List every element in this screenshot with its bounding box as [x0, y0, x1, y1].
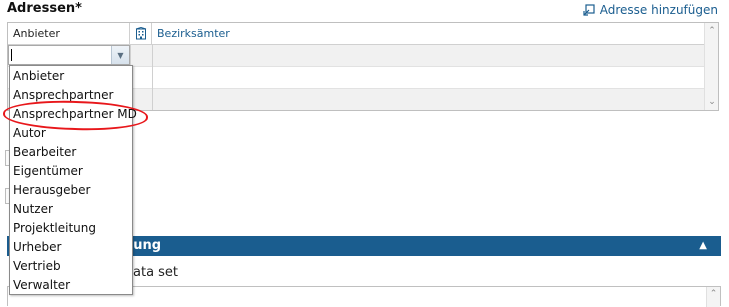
dropdown-option[interactable]: Herausgeber [10, 181, 132, 200]
dropdown-option[interactable]: Urheber [10, 238, 132, 257]
add-address-icon [583, 4, 595, 16]
panel-subtitle: ata set [133, 265, 179, 280]
dropdown-option[interactable]: Verwalter [10, 276, 132, 295]
dropdown-option[interactable]: Bearbeiter [10, 143, 132, 162]
collapse-icon[interactable]: ▲ [699, 236, 707, 256]
grid-scrollbar[interactable]: ⌃ ⌄ [704, 23, 718, 110]
dropdown-option[interactable]: Ansprechpartner [10, 86, 132, 105]
add-address-label: Adresse hinzufügen [599, 3, 718, 17]
dropdown-option[interactable]: Eigentümer [10, 162, 132, 181]
section-title: Adressen* [7, 1, 82, 16]
dropdown-option[interactable]: Vertrieb [10, 257, 132, 276]
chevron-down-icon[interactable]: ▼ [111, 46, 129, 64]
scroll-up-icon[interactable]: ⌃ [706, 287, 720, 307]
dropdown-option[interactable]: Ansprechpartner MD [10, 105, 137, 124]
role-dropdown-list: Anbieter Ansprechpartner Ansprechpartner M… [9, 65, 137, 295]
scroll-down-icon[interactable]: ⌄ [705, 95, 718, 109]
scroll-up-icon[interactable]: ⌃ [705, 24, 718, 38]
anbieter-role-combobox[interactable]: ▼ [8, 45, 130, 65]
dropdown-option[interactable]: Projektleitung [10, 219, 132, 238]
building-icon [130, 23, 152, 44]
add-address-link[interactable]: Adresse hinzufügen [583, 3, 718, 17]
column-header-anbieter[interactable]: Anbieter [8, 23, 130, 44]
column-divider [152, 45, 153, 110]
column-header-bezirksaemter[interactable]: Bezirksämter [153, 23, 230, 44]
dropdown-option[interactable]: Nutzer [10, 200, 132, 219]
grid-header: Anbieter Bezirksämter [8, 23, 718, 45]
text-cursor [11, 49, 12, 61]
dropdown-option[interactable]: Autor [10, 124, 132, 143]
dropdown-option[interactable]: Anbieter [10, 67, 132, 86]
